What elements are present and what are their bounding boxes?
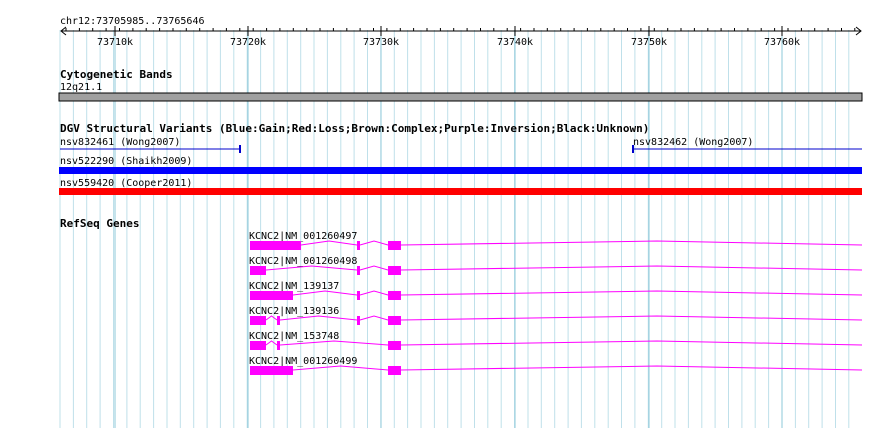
exon — [250, 341, 266, 350]
exon — [357, 266, 360, 275]
track-title-dgv: DGV Structural Variants (Blue:Gain;Red:L… — [60, 122, 649, 135]
gene-label: KCNC2|NM_001260497 — [249, 231, 357, 242]
exon — [388, 266, 401, 275]
genome-browser: chr12:73705985..73765646 73710k 73720k 737… — [58, 16, 863, 428]
intron — [359, 265, 389, 271]
gene-label: KCNC2|NM_001260499 — [249, 356, 357, 367]
intron — [359, 240, 389, 246]
exon — [388, 241, 401, 250]
intron — [400, 240, 863, 246]
exon — [250, 291, 293, 300]
gene-label: KCNC2|NM_139137 — [249, 281, 339, 292]
exon — [388, 316, 401, 325]
gene-label: KCNC2|NM_153748 — [249, 331, 339, 342]
cytoband-bar[interactable] — [58, 92, 863, 102]
track-title-refseq: RefSeq Genes — [60, 217, 139, 230]
exon — [277, 316, 280, 325]
exon — [357, 241, 360, 250]
exon — [388, 341, 401, 350]
variant-label: nsv832461 (Wong2007) — [60, 137, 180, 148]
gene-label: KCNC2|NM_139136 — [249, 306, 339, 317]
intron — [359, 290, 389, 296]
ruler-tick-label: 73760k — [764, 37, 800, 48]
variant-label: nsv832462 (Wong2007) — [633, 137, 753, 148]
exon — [388, 366, 401, 375]
ruler-ticks: 73710k 73720k 73730k 73740k 73750k 73760k — [65, 26, 856, 48]
exon — [357, 291, 360, 300]
intron — [400, 365, 863, 371]
intron — [400, 290, 863, 296]
ruler-tick-label: 73720k — [230, 37, 266, 48]
grid-lines — [59, 30, 850, 428]
ruler-tick-label: 73740k — [497, 37, 533, 48]
intron — [400, 265, 863, 271]
ruler-tick-label: 73730k — [363, 37, 399, 48]
variant-label: nsv522290 (Shaikh2009) — [60, 156, 192, 167]
region-label: chr12:73705985..73765646 — [60, 16, 205, 27]
exon — [250, 266, 266, 275]
ruler-tick-label: 73750k — [631, 37, 667, 48]
intron — [400, 315, 863, 321]
exon — [250, 366, 293, 375]
intron — [359, 315, 389, 321]
exon — [388, 291, 401, 300]
exon — [250, 316, 266, 325]
track-title-cytogenetic-bands: Cytogenetic Bands — [60, 68, 173, 81]
cytoband-label: 12q21.1 — [60, 82, 102, 93]
variant-bar[interactable] — [59, 167, 862, 174]
variant-label: nsv559420 (Cooper2011) — [60, 178, 192, 189]
exon — [250, 241, 301, 250]
ruler-tick-label: 73710k — [97, 37, 133, 48]
exon — [357, 316, 360, 325]
variant-bar[interactable] — [59, 188, 862, 195]
gene-label: KCNC2|NM_001260498 — [249, 256, 357, 267]
intron — [400, 340, 863, 346]
exon — [277, 341, 280, 350]
